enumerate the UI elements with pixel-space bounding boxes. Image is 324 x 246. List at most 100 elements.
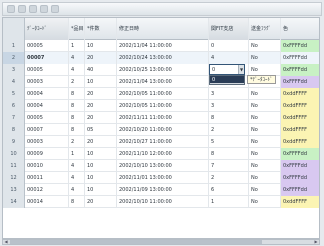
row-number[interactable]: 9 — [3, 136, 25, 148]
table-row[interactable]: 8 00007 8 05 2002/10/20 11:00:00 2 No 0xddFFFF — [3, 124, 319, 136]
row-number[interactable]: 14 — [3, 196, 25, 208]
date-cell[interactable]: 2002/11/09 13:00:00 — [117, 184, 209, 196]
table-row[interactable]: 9 00003 2 20 2002/10/27 11:00:00 5 No 0xddFFFF — [3, 136, 319, 148]
item-cell[interactable]: 4 — [69, 160, 85, 172]
grid-icon[interactable] — [7, 5, 15, 13]
date-cell[interactable]: 2002/10/20 11:00:00 — [117, 124, 209, 136]
header-color[interactable]: 色 — [281, 18, 319, 40]
code-cell[interactable]: 00007 — [25, 52, 69, 64]
color-cell[interactable]: 0xddFFFF — [281, 124, 319, 136]
row-number[interactable]: 12 — [3, 172, 25, 184]
flag-cell[interactable]: No — [249, 172, 281, 184]
scroll-right-icon[interactable]: ▶ — [313, 240, 319, 244]
qty-cell[interactable]: 10 — [85, 184, 117, 196]
header-flag[interactable]: 送金ﾌﾗｸﾞ — [249, 18, 281, 40]
header-date[interactable]: 修正日時 — [117, 18, 209, 40]
flag-cell[interactable]: No — [249, 100, 281, 112]
row-number[interactable]: 13 — [3, 184, 25, 196]
flag-cell[interactable]: No — [249, 148, 281, 160]
qty-cell[interactable]: 10 — [85, 172, 117, 184]
code-cell[interactable]: 00010 — [25, 160, 69, 172]
item-cell[interactable]: 1 — [69, 40, 85, 52]
qty-cell[interactable]: 40 — [85, 64, 117, 76]
chevron-down-icon[interactable]: ▼ — [238, 65, 244, 74]
header-qty[interactable]: *件数 — [85, 18, 117, 40]
table-row[interactable]: 12 00011 4 10 2002/11/01 13:00:00 2 No 0xFFFFdd — [3, 172, 319, 184]
table-row[interactable]: 13 00012 4 10 2002/11/09 13:00:00 6 No 0xFFFFdd — [3, 184, 319, 196]
table-row[interactable]: 1 00005 1 10 2002/11/04 11:00:00 0 No 0xFFFFdd — [3, 40, 319, 52]
branch-cell[interactable]: 4 — [209, 52, 249, 64]
date-cell[interactable]: 2002/10/10 11:00:00 — [117, 196, 209, 208]
code-cell[interactable]: 00011 — [25, 172, 69, 184]
branch-cell[interactable]: 8 — [209, 112, 249, 124]
item-cell[interactable]: 4 — [69, 172, 85, 184]
item-cell[interactable]: 8 — [69, 112, 85, 124]
flag-cell[interactable]: No — [249, 112, 281, 124]
code-cell[interactable]: 00005 — [25, 112, 69, 124]
color-cell[interactable]: 0xFFFFdd — [281, 184, 319, 196]
flag-cell[interactable]: No — [249, 184, 281, 196]
color-cell[interactable]: 0xFFFFdd — [281, 148, 319, 160]
table-row[interactable]: 10 00009 1 10 2002/11/10 12:00:00 8 No 0xFFFFdd — [3, 148, 319, 160]
qty-cell[interactable]: 20 — [85, 100, 117, 112]
item-cell[interactable]: 4 — [69, 184, 85, 196]
color-cell[interactable]: 0xddFFFF — [281, 112, 319, 124]
date-cell[interactable]: 2002/11/10 12:00:00 — [117, 148, 209, 160]
print-icon[interactable] — [29, 5, 37, 13]
scroll-left-icon[interactable]: ◀ — [3, 240, 9, 244]
qty-cell[interactable]: 05 — [85, 124, 117, 136]
branch-cell[interactable]: 2 — [209, 172, 249, 184]
row-number[interactable]: 1 — [3, 40, 25, 52]
corner-cell[interactable] — [3, 18, 25, 40]
qty-cell[interactable]: 20 — [85, 136, 117, 148]
table-row[interactable]: 14 00014 8 20 2002/10/10 11:00:00 1 No 0xddFFFF — [3, 196, 319, 208]
item-cell[interactable]: 1 — [69, 148, 85, 160]
color-cell[interactable]: 0xFFFFdd — [281, 160, 319, 172]
date-cell[interactable]: 2002/11/01 13:00:00 — [117, 172, 209, 184]
row-number[interactable]: 2 — [3, 52, 25, 64]
row-number[interactable]: 7 — [3, 112, 25, 124]
code-cell[interactable]: 00004 — [25, 100, 69, 112]
row-number[interactable]: 11 — [3, 160, 25, 172]
qty-cell[interactable]: 20 — [85, 196, 117, 208]
color-cell[interactable]: 0xddFFFF — [281, 136, 319, 148]
code-cell[interactable]: 00012 — [25, 184, 69, 196]
item-cell[interactable]: 8 — [69, 196, 85, 208]
table-row[interactable]: 11 00010 4 10 2002/10/10 13:00:00 7 No 0xFFFFdd — [3, 160, 319, 172]
flag-cell[interactable]: No — [249, 124, 281, 136]
item-cell[interactable]: 8 — [69, 124, 85, 136]
qty-cell[interactable]: 20 — [85, 52, 117, 64]
data-grid[interactable]: ﾃﾞｰﾀｺｰﾄﾞ *品目 *件数 修正日時 関FIT支店 送金ﾌﾗｸﾞ 色 10… — [2, 17, 320, 239]
date-cell[interactable]: 2002/10/25 13:00:00 — [117, 64, 209, 76]
branch-cell[interactable]: 6 — [209, 184, 249, 196]
date-cell[interactable]: 2002/11/04 13:00:00 — [117, 76, 209, 88]
date-cell[interactable]: 2002/10/24 13:00:00 — [117, 52, 209, 64]
scroll-thumb[interactable] — [10, 240, 262, 244]
dropdown-option[interactable]: 0 — [210, 76, 244, 84]
item-cell[interactable]: 8 — [69, 100, 85, 112]
header-code[interactable]: ﾃﾞｰﾀｺｰﾄﾞ — [25, 18, 69, 40]
date-cell[interactable]: 2002/10/27 11:00:00 — [117, 136, 209, 148]
item-cell[interactable]: 4 — [69, 52, 85, 64]
copy-icon[interactable] — [40, 5, 48, 13]
table-row[interactable]: 7 00005 8 20 2002/11/11 11:00:00 8 No 0xddFFFF — [3, 112, 319, 124]
row-number[interactable]: 6 — [3, 100, 25, 112]
dropdown-field[interactable]: 0 ▼ — [209, 64, 245, 75]
color-cell[interactable]: 0xddFFFF — [281, 196, 319, 208]
branch-cell[interactable]: 5 — [209, 136, 249, 148]
color-cell[interactable]: 0xFFFFdd — [281, 172, 319, 184]
code-cell[interactable]: 00009 — [25, 148, 69, 160]
header-branch[interactable]: 関FIT支店 — [209, 18, 249, 40]
date-cell[interactable]: 2002/10/10 13:00:00 — [117, 160, 209, 172]
qty-cell[interactable]: 20 — [85, 112, 117, 124]
color-cell[interactable]: 0xFFFFdd — [281, 64, 319, 76]
flag-cell[interactable]: No — [249, 136, 281, 148]
table-row[interactable]: 5 00004 8 20 2002/10/05 11:00:00 3 No 0xddFFFF — [3, 88, 319, 100]
item-cell[interactable]: 4 — [69, 64, 85, 76]
branch-cell[interactable]: 1 — [209, 196, 249, 208]
item-cell[interactable]: 2 — [69, 76, 85, 88]
row-number[interactable]: 8 — [3, 124, 25, 136]
date-cell[interactable]: 2002/11/04 11:00:00 — [117, 40, 209, 52]
color-cell[interactable]: 0xFFFFdd — [281, 76, 319, 88]
branch-cell[interactable]: 7 — [209, 160, 249, 172]
